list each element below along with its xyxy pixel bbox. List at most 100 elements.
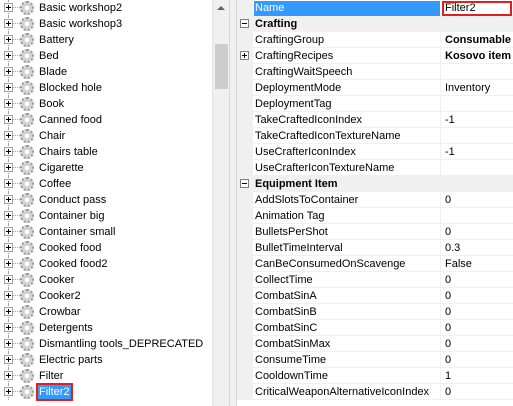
- category-header[interactable]: Equipment Item: [237, 176, 513, 192]
- property-value[interactable]: 0: [445, 337, 513, 352]
- tree-scrollbar[interactable]: [212, 0, 230, 406]
- panel-splitter[interactable]: [229, 0, 237, 406]
- property-row[interactable]: Animation Tag: [237, 208, 513, 224]
- collapse-icon[interactable]: [240, 19, 249, 28]
- tree-item[interactable]: Conduct pass: [0, 192, 212, 208]
- property-row-name[interactable]: Name Filter2: [237, 0, 513, 16]
- property-row[interactable]: DeploymentTag: [237, 96, 513, 112]
- tree-item[interactable]: Electric parts: [0, 352, 212, 368]
- expand-icon[interactable]: [4, 371, 13, 380]
- property-value[interactable]: -1: [445, 145, 513, 160]
- property-value[interactable]: 0: [445, 321, 513, 336]
- property-row[interactable]: BulletsPerShot 0: [237, 224, 513, 240]
- property-value[interactable]: 0: [445, 273, 513, 288]
- expand-icon[interactable]: [4, 99, 13, 108]
- property-row[interactable]: CraftingRecipes Kosovo item: [237, 48, 513, 64]
- expand-icon[interactable]: [4, 3, 13, 12]
- property-row[interactable]: BulletTimeInterval 0.3: [237, 240, 513, 256]
- tree-item[interactable]: Book: [0, 96, 212, 112]
- property-value[interactable]: 0: [445, 225, 513, 240]
- tree-item[interactable]: Chairs table: [0, 144, 212, 160]
- tree-item[interactable]: Cooker: [0, 272, 212, 288]
- tree-item[interactable]: Cooker2: [0, 288, 212, 304]
- tree-item[interactable]: Canned food: [0, 112, 212, 128]
- expand-icon[interactable]: [4, 275, 13, 284]
- property-row[interactable]: CombatSinB 0: [237, 304, 513, 320]
- tree-item[interactable]: Blade: [0, 64, 212, 80]
- property-value[interactable]: [445, 65, 513, 80]
- name-value-field[interactable]: Filter2: [442, 1, 512, 16]
- category-header[interactable]: Crafting: [237, 16, 513, 32]
- expand-icon[interactable]: [4, 227, 13, 236]
- property-value[interactable]: 0: [445, 193, 513, 208]
- property-row[interactable]: CombatSinC 0: [237, 320, 513, 336]
- property-value[interactable]: 0: [445, 353, 513, 368]
- property-grid[interactable]: Name Filter2 Crafting CraftingGroup Consum…: [237, 0, 513, 406]
- property-value[interactable]: [445, 129, 513, 144]
- expand-icon[interactable]: [4, 339, 13, 348]
- property-value[interactable]: [445, 209, 513, 224]
- property-row[interactable]: TakeCraftedIconIndex -1: [237, 112, 513, 128]
- property-value[interactable]: 1: [445, 369, 513, 384]
- property-row[interactable]: AddSlotsToContainer 0: [237, 192, 513, 208]
- property-row[interactable]: CombatSinA 0: [237, 288, 513, 304]
- property-value[interactable]: 0: [445, 385, 513, 400]
- property-row[interactable]: UseCrafterIconTextureName: [237, 160, 513, 176]
- tree-item[interactable]: Cooked food: [0, 240, 212, 256]
- expand-icon[interactable]: [4, 355, 13, 364]
- property-value[interactable]: Kosovo item: [445, 49, 513, 64]
- scroll-up-arrow-icon[interactable]: [213, 0, 230, 17]
- property-row[interactable]: TakeCraftedIconTextureName: [237, 128, 513, 144]
- property-row[interactable]: CraftingGroup Consumable: [237, 32, 513, 48]
- tree-item[interactable]: Filter2: [0, 383, 212, 401]
- tree-item[interactable]: Crowbar: [0, 304, 212, 320]
- tree-item[interactable]: Battery: [0, 32, 212, 48]
- expand-icon[interactable]: [240, 51, 249, 60]
- collapse-icon[interactable]: [240, 179, 249, 188]
- expand-icon[interactable]: [4, 307, 13, 316]
- property-row[interactable]: CraftingWaitSpeech: [237, 64, 513, 80]
- expand-icon[interactable]: [4, 195, 13, 204]
- property-row[interactable]: CombatSinMax 0: [237, 336, 513, 352]
- expand-icon[interactable]: [4, 147, 13, 156]
- expand-icon[interactable]: [4, 259, 13, 268]
- property-value[interactable]: 0: [445, 289, 513, 304]
- property-value[interactable]: -1: [445, 113, 513, 128]
- property-row[interactable]: CriticalWeaponAlternativeIconIndex 0: [237, 384, 513, 400]
- tree-item[interactable]: Chair: [0, 128, 212, 144]
- property-row[interactable]: CanBeConsumedOnScavenge False: [237, 256, 513, 272]
- tree-item[interactable]: Filter: [0, 368, 212, 384]
- tree-item[interactable]: Cooked food2: [0, 256, 212, 272]
- expand-icon[interactable]: [4, 387, 13, 396]
- property-value[interactable]: 0.3: [445, 241, 513, 256]
- property-value[interactable]: Consumable: [445, 33, 513, 48]
- expand-icon[interactable]: [4, 243, 13, 252]
- expand-icon[interactable]: [4, 211, 13, 220]
- property-value[interactable]: [445, 97, 513, 112]
- expand-icon[interactable]: [4, 51, 13, 60]
- tree-item[interactable]: Basic workshop3: [0, 16, 212, 32]
- expand-icon[interactable]: [4, 291, 13, 300]
- property-row[interactable]: ConsumeTime 0: [237, 352, 513, 368]
- property-value[interactable]: False: [445, 257, 513, 272]
- property-row[interactable]: UseCrafterIconIndex -1: [237, 144, 513, 160]
- expand-icon[interactable]: [4, 115, 13, 124]
- tree-item[interactable]: Bed: [0, 48, 212, 64]
- tree-item[interactable]: Detergents: [0, 320, 212, 336]
- property-row[interactable]: CollectTime 0: [237, 272, 513, 288]
- item-tree[interactable]: Basic workshop2 Basic workshop3 Battery Bed…: [0, 0, 212, 406]
- property-row[interactable]: CooldownTime 1: [237, 368, 513, 384]
- expand-icon[interactable]: [4, 35, 13, 44]
- property-row[interactable]: DeploymentMode Inventory: [237, 80, 513, 96]
- property-value[interactable]: [445, 161, 513, 176]
- tree-item[interactable]: Container small: [0, 224, 212, 240]
- expand-icon[interactable]: [4, 83, 13, 92]
- scrollbar-thumb[interactable]: [215, 44, 228, 89]
- expand-icon[interactable]: [4, 323, 13, 332]
- expand-icon[interactable]: [4, 67, 13, 76]
- tree-item[interactable]: Cigarette: [0, 160, 212, 176]
- property-value[interactable]: 0: [445, 305, 513, 320]
- tree-item[interactable]: Dismantling tools_DEPRECATED: [0, 336, 212, 352]
- expand-icon[interactable]: [4, 179, 13, 188]
- expand-icon[interactable]: [4, 163, 13, 172]
